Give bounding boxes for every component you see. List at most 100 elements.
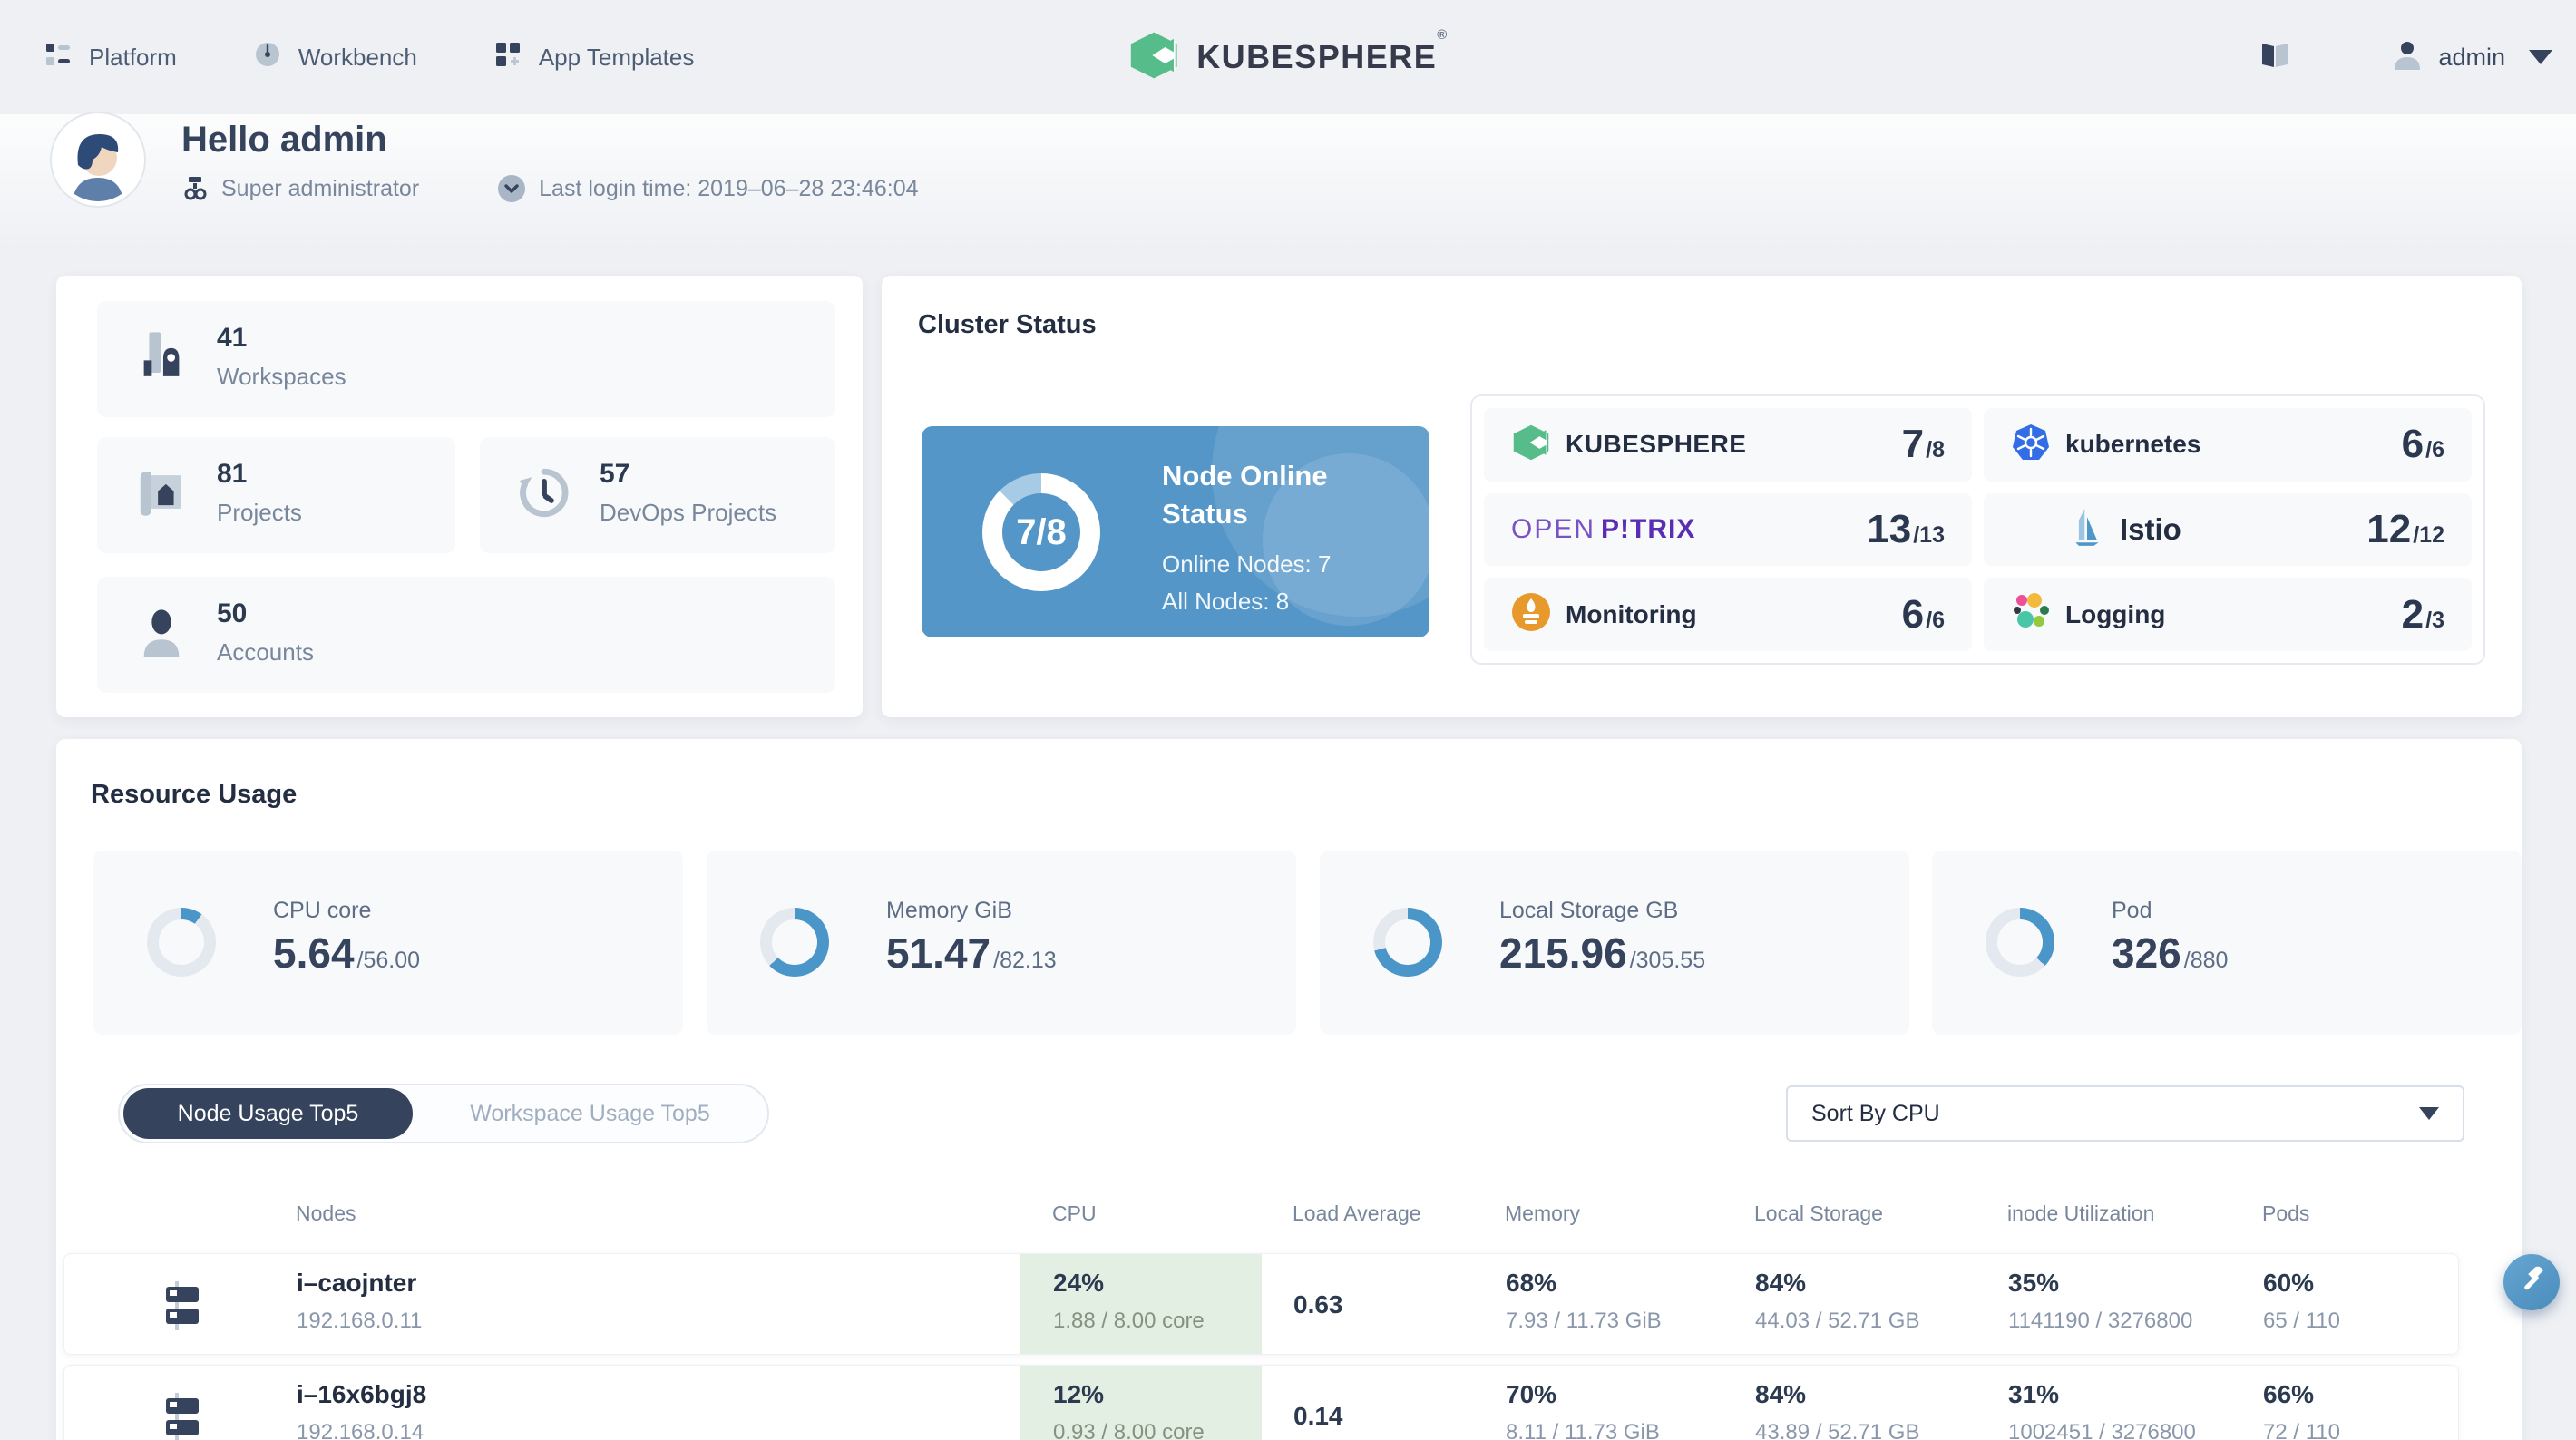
inode-percent: 31% [2008,1380,2060,1408]
gauge-memory: Memory GiB 51.47/82.13 [707,851,1296,1035]
nav-item-label: Workbench [298,43,417,71]
nav-item-app-templates[interactable]: App Templates [493,40,695,75]
stat-devops-projects[interactable]: 57 DevOps Projects [480,437,835,553]
component-name: Logging [2065,599,2166,628]
cluster-status-title: Cluster Status [918,310,1097,339]
istio-icon [2069,507,2105,551]
node-icon [157,1391,210,1440]
cpu-cell: 24% 1.88 / 8.00 core [1020,1254,1262,1354]
user-menu-label[interactable]: admin [2438,44,2505,72]
component-name: Monitoring [1566,599,1697,628]
node-name[interactable]: i–caojnter [297,1269,416,1298]
tab-node-usage-top5[interactable]: Node Usage Top5 [123,1088,413,1139]
devops-history-icon [516,465,572,526]
node-online-donut: 7/8 [982,473,1100,591]
inode-detail: 1002451 / 3276800 [2008,1420,2196,1440]
gauge-total: /82.13 [993,948,1057,973]
registered-mark: ® [1437,27,1449,43]
storage-percent: 84% [1755,1380,1807,1408]
table-header: Nodes CPU Load Average Memory Local Stor… [56,1202,2522,1229]
component-status-panel: KUBESPHERE 7/8 kubernetes 6/6 OPEN P!TRIX… [1470,394,2485,665]
col-memory: Memory [1505,1202,1581,1225]
gauge-value: 215.96 [1499,929,1627,977]
col-pods: Pods [2262,1202,2310,1225]
inode-percent: 35% [2008,1269,2060,1297]
col-inode-utilization: inode Utilization [2007,1202,2155,1225]
stat-projects[interactable]: 81 Projects [97,437,455,553]
component-total: /6 [2425,437,2444,463]
nav-item-workbench[interactable]: Workbench [253,40,417,75]
pods-percent: 66% [2263,1380,2315,1408]
sort-by-select[interactable]: Sort By CPU [1786,1085,2464,1142]
col-local-storage: Local Storage [1754,1202,1883,1225]
node-online-title: Node Online Status [1162,460,1328,530]
stat-value: 57 [600,459,630,489]
component-total: /12 [2413,521,2444,548]
stat-label: Workspaces [217,363,346,390]
workbench-icon [253,40,282,75]
tab-workspace-usage-top5[interactable]: Workspace Usage Top5 [413,1085,767,1142]
cpu-donut [147,908,216,977]
component-value: 12 [2366,506,2412,551]
node-online-status-card: 7/8 Node Online Status Online Nodes: 7 A… [922,426,1429,637]
docs-book-icon[interactable] [2259,39,2291,76]
nav-item-platform[interactable]: Platform [44,40,177,75]
inode-detail: 1141190 / 3276800 [2008,1309,2193,1333]
node-name[interactable]: i–16x6bgj8 [297,1380,426,1409]
local-storage-donut [1373,908,1442,977]
toolbox-fab-button[interactable] [2503,1254,2560,1310]
stat-accounts[interactable]: 50 Accounts [97,577,835,693]
cpu-detail: 0.93 / 8.00 core [1053,1420,1205,1440]
stat-workspaces[interactable]: 41 Workspaces [97,301,835,417]
cpu-percent: 12% [1053,1380,1105,1408]
workspaces-icon [133,329,190,390]
component-value: 6 [1901,591,1925,637]
nav-item-label: App Templates [538,43,695,71]
gauge-total: /305.55 [1629,948,1706,973]
kubernetes-icon [2011,423,2051,467]
top-nav: Platform Workbench App Templates KUBESPH… [0,0,2576,114]
node-ip: 192.168.0.14 [297,1420,424,1440]
role-icon [181,175,209,202]
col-nodes: Nodes [296,1202,356,1225]
hammer-icon [2516,1265,2547,1300]
gauge-value: 51.47 [886,929,991,977]
gauge-label: Memory GiB [886,898,1012,923]
stat-label: DevOps Projects [600,499,777,526]
table-row[interactable]: 24% 1.88 / 8.00 core i–caojnter 192.168.… [63,1253,2459,1355]
component-name: KUBESPHERE [1566,430,1747,459]
prometheus-icon [1511,592,1551,637]
component-logging: Logging 2/3 [1984,578,2472,651]
stat-value: 50 [217,598,248,628]
component-value: 2 [2401,591,2425,637]
memory-percent: 68% [1506,1269,1557,1297]
gauge-label: CPU core [273,898,372,923]
component-openpitrix: OPEN P!TRIX 13/13 [1484,492,1972,567]
component-istio: Istio 12/12 [1984,492,2472,567]
component-kubernetes: kubernetes 6/6 [1984,408,2472,482]
resource-usage-card: Resource Usage CPU core 5.64/56.00 Memor… [56,739,2522,1440]
nav-right-group: admin [2259,0,2552,114]
sort-by-value: Sort By CPU [1811,1100,1940,1126]
chevron-down-icon[interactable] [2529,50,2552,64]
chevron-down-icon [2419,1107,2439,1120]
stat-label: Accounts [217,638,314,666]
node-icon [157,1279,210,1337]
gauge-total: /56.00 [356,948,421,973]
usage-tabs: Node Usage Top5 Workspace Usage Top5 [118,1084,769,1143]
nav-item-label: Platform [89,43,177,71]
node-online-texts: Node Online Status Online Nodes: 7 All N… [1162,457,1389,620]
component-value: 7 [1901,422,1925,467]
pods-percent: 60% [2263,1269,2315,1297]
table-row[interactable]: 12% 0.93 / 8.00 core i–16x6bgj8 192.168.… [63,1365,2459,1440]
component-total: /8 [1926,437,1945,463]
avatar [56,118,140,201]
pods-detail: 72 / 110 [2263,1420,2340,1440]
gauge-total: /880 [2183,948,2229,973]
load-average-value: 0.63 [1293,1290,1343,1318]
kubesphere-logo[interactable]: KUBESPHERE® [1127,0,1449,114]
all-nodes-line: All Nodes: 8 [1162,588,1290,615]
stat-label: Projects [217,499,302,526]
cpu-cell: 12% 0.93 / 8.00 core [1020,1366,1262,1440]
accounts-icon [133,605,190,666]
